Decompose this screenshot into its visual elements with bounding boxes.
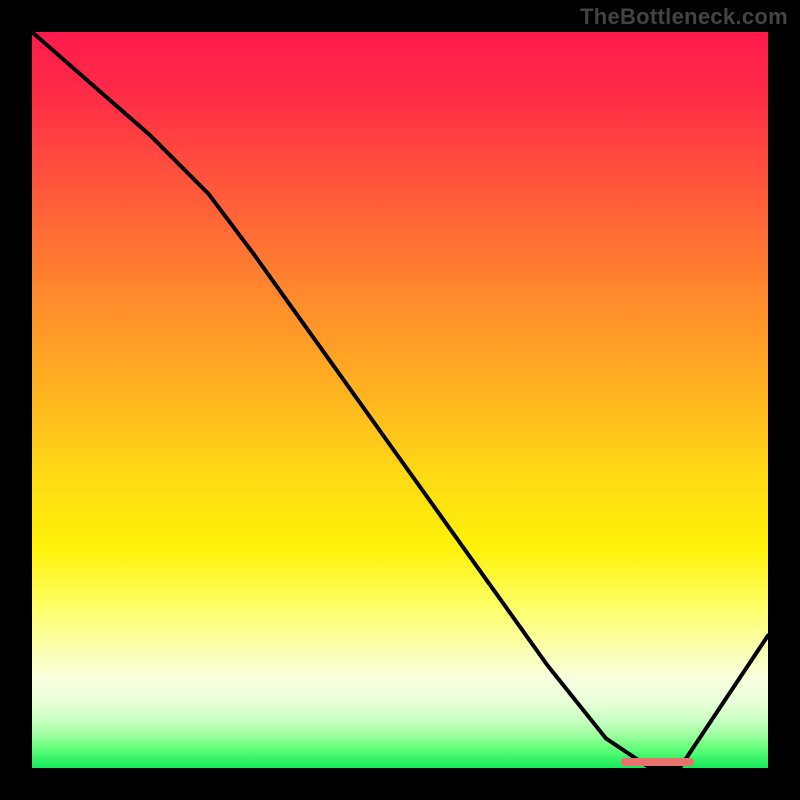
bottleneck-curve-path (32, 32, 768, 768)
bottleneck-curve (32, 32, 768, 768)
watermark-text: TheBottleneck.com (580, 4, 788, 30)
optimal-range-marker (621, 758, 695, 766)
plot-area (32, 32, 768, 768)
chart-frame: TheBottleneck.com (0, 0, 800, 800)
